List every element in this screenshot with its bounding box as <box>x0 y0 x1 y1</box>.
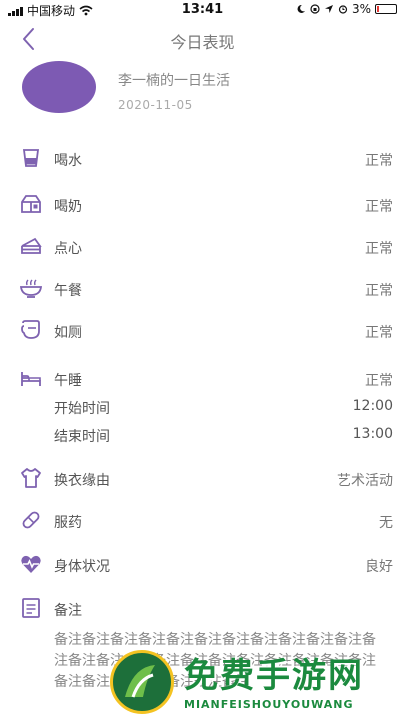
clothes-label: 换衣缘由 <box>54 473 110 489</box>
milk-value: 正常 <box>365 199 393 215</box>
row-water: 喝水 正常 <box>0 144 405 174</box>
bed-icon <box>21 372 41 386</box>
water-label: 喝水 <box>54 153 82 169</box>
battery-percent: 3% <box>351 2 371 16</box>
nap-end-value: 13:00 <box>352 426 393 442</box>
nap-start-value: 12:00 <box>352 398 393 414</box>
row-milk: 喝奶 正常 <box>0 190 405 220</box>
health-value: 良好 <box>365 559 393 575</box>
snack-label: 点心 <box>54 241 82 257</box>
toilet-label: 如厕 <box>54 325 82 341</box>
cake-icon <box>21 237 42 254</box>
child-profile: 李一楠的一日生活 2020-11-05 <box>0 58 405 128</box>
toilet-icon <box>21 320 40 339</box>
nap-value: 正常 <box>365 373 393 389</box>
battery-icon <box>375 4 397 14</box>
profile-name: 李一楠的一日生活 <box>118 73 230 89</box>
page-title: 今日表现 <box>170 33 235 52</box>
nav-bar: 今日表现 <box>0 22 405 58</box>
nap-end-label: 结束时间 <box>54 429 110 445</box>
rotation-lock-icon <box>310 4 320 14</box>
heartbeat-icon <box>21 555 41 573</box>
nap-label: 午睡 <box>54 373 82 389</box>
lunch-label: 午餐 <box>54 283 82 299</box>
row-medicine: 服药 无 <box>0 506 405 536</box>
row-nap: 午睡 正常 <box>0 364 405 394</box>
clothes-value: 艺术活动 <box>337 473 393 489</box>
watermark: 免费手游网 MIANFEISHOUYOUWANG <box>110 646 400 718</box>
row-toilet: 如厕 正常 <box>0 316 405 346</box>
location-icon <box>324 5 333 13</box>
profile-date: 2020-11-05 <box>118 98 193 112</box>
milk-carton-icon <box>21 195 41 213</box>
lunch-value: 正常 <box>365 283 393 299</box>
watermark-subtext: MIANFEISHOUYOUWANG <box>184 698 354 711</box>
nap-start-row: 开始时间 12:00 <box>0 395 405 419</box>
cup-icon <box>22 149 40 167</box>
notes-label: 备注 <box>54 603 82 619</box>
alarm-icon <box>338 5 348 14</box>
milk-label: 喝奶 <box>54 199 82 215</box>
water-value: 正常 <box>365 153 393 169</box>
moon-icon <box>297 4 305 13</box>
medicine-label: 服药 <box>54 515 82 531</box>
row-notes: 备注 <box>0 594 405 624</box>
row-health: 身体状况 良好 <box>0 550 405 580</box>
health-label: 身体状况 <box>54 559 110 575</box>
avatar[interactable] <box>22 61 96 113</box>
bowl-icon <box>20 279 42 298</box>
shirt-icon <box>21 468 41 488</box>
note-icon <box>22 598 40 618</box>
row-snack: 点心 正常 <box>0 232 405 262</box>
medicine-value: 无 <box>379 515 393 531</box>
toilet-value: 正常 <box>365 325 393 341</box>
row-clothes: 换衣缘由 艺术活动 <box>0 464 405 494</box>
row-lunch: 午餐 正常 <box>0 274 405 304</box>
nap-start-label: 开始时间 <box>54 401 110 417</box>
watermark-text: 免费手游网 <box>184 656 364 696</box>
status-bar: 中国移动 13:41 3% <box>0 0 405 20</box>
nap-end-row: 结束时间 13:00 <box>0 423 405 447</box>
pill-icon <box>22 511 40 529</box>
watermark-logo-icon <box>110 650 174 714</box>
snack-value: 正常 <box>365 241 393 257</box>
